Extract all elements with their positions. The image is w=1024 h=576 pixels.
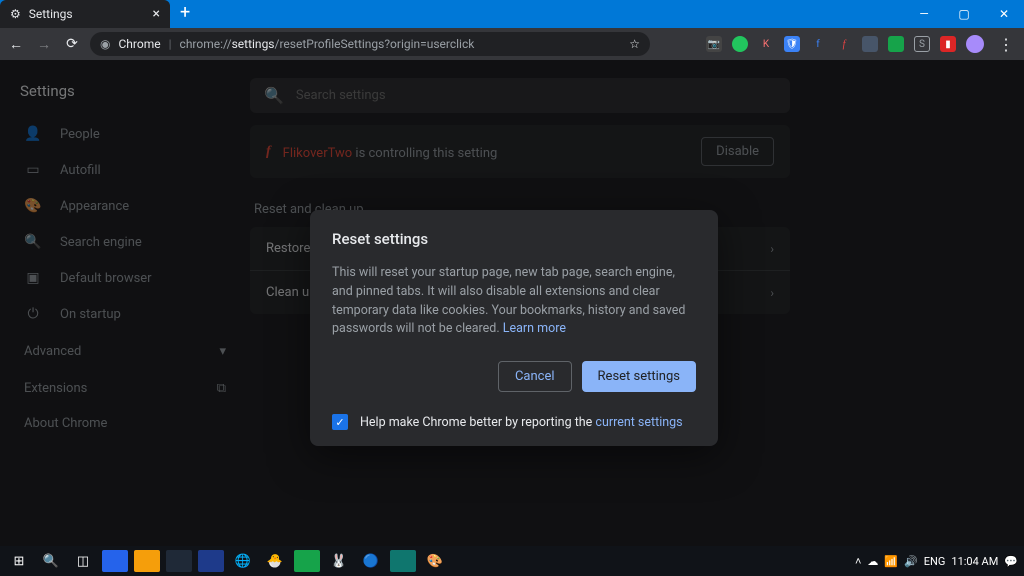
maximize-button[interactable]: ▢ — [944, 0, 984, 28]
start-button[interactable]: ⊞ — [6, 550, 32, 572]
report-settings-checkbox[interactable]: ✓ — [332, 414, 348, 430]
current-settings-link[interactable]: current settings — [595, 415, 682, 430]
window-titlebar: ⚙ Settings × + — ▢ ✕ — [0, 0, 1024, 28]
separator: | — [169, 37, 172, 51]
taskbar-app-icon[interactable] — [198, 550, 224, 572]
taskbar-app-icon[interactable] — [166, 550, 192, 572]
extension-icons: 📷 K 🛡 f f S ▮ ⋮ — [706, 35, 1018, 54]
tray-cloud-icon[interactable]: ☁ — [867, 555, 878, 568]
taskbar-app-icon[interactable] — [294, 550, 320, 572]
taskbar-app-icon[interactable]: 🎨 — [422, 550, 448, 572]
extension-icon[interactable] — [862, 36, 878, 52]
taskbar-chrome-icon[interactable]: 🌐 — [230, 550, 256, 572]
browser-tab-settings[interactable]: ⚙ Settings × — [0, 0, 170, 28]
dialog-title: Reset settings — [332, 230, 696, 248]
close-tab-icon[interactable]: × — [153, 6, 160, 22]
tray-expand-icon[interactable]: ˄ — [855, 555, 861, 568]
tray-wifi-icon[interactable]: 📶 — [884, 555, 898, 568]
report-settings-label: Help make Chrome better by reporting the… — [360, 415, 683, 430]
task-view-button[interactable]: ◫ — [70, 550, 96, 572]
tray-clock[interactable]: 11:04 AM — [951, 555, 998, 568]
reload-button[interactable]: ⟳ — [62, 36, 82, 52]
taskbar-app-icon[interactable]: 🐰 — [326, 550, 352, 572]
tray-language[interactable]: ENG — [924, 555, 946, 568]
window-controls: — ▢ ✕ — [904, 0, 1024, 28]
search-button[interactable]: 🔍 — [38, 550, 64, 572]
reset-settings-button[interactable]: Reset settings — [582, 361, 696, 392]
extension-icon[interactable]: 📷 — [706, 36, 722, 52]
taskbar-app-icon[interactable] — [134, 550, 160, 572]
url-scheme-chip: Chrome — [118, 37, 160, 51]
extension-icon[interactable]: K — [758, 36, 774, 52]
extension-icon[interactable]: 🛡 — [784, 36, 800, 52]
reset-settings-dialog: Reset settings This will reset your star… — [310, 210, 718, 446]
back-button[interactable]: ← — [6, 36, 26, 53]
system-tray: ˄ ☁ 📶 🔊 ENG 11:04 AM 💬 — [855, 555, 1018, 568]
forward-button[interactable]: → — [34, 36, 54, 53]
browser-menu-button[interactable]: ⋮ — [994, 35, 1018, 54]
profile-avatar[interactable] — [966, 35, 984, 53]
tray-notifications-icon[interactable]: 💬 — [1004, 555, 1018, 568]
cancel-button[interactable]: Cancel — [498, 361, 572, 392]
gear-icon: ⚙ — [10, 7, 21, 21]
extension-icon[interactable]: f — [810, 36, 826, 52]
url-toolbar: ← → ⟳ ◉ Chrome | chrome://settings/reset… — [0, 28, 1024, 60]
extension-icon[interactable]: ▮ — [940, 36, 956, 52]
taskbar-app-icon[interactable] — [102, 550, 128, 572]
address-bar[interactable]: ◉ Chrome | chrome://settings/resetProfil… — [90, 32, 650, 56]
url-text: chrome://settings/resetProfileSettings?o… — [180, 37, 475, 51]
extension-icon[interactable]: f — [836, 36, 852, 52]
taskbar-app-icon[interactable]: 🐣 — [262, 550, 288, 572]
page-content: Settings 👤People▭Autofill🎨Appearance🔍Sea… — [0, 60, 1024, 546]
learn-more-link[interactable]: Learn more — [503, 321, 566, 336]
new-tab-button[interactable]: + — [170, 0, 200, 28]
tray-volume-icon[interactable]: 🔊 — [904, 555, 918, 568]
dialog-body: This will reset your startup page, new t… — [332, 264, 696, 339]
windows-taskbar: ⊞ 🔍 ◫ 🌐 🐣 🐰 🔵 🎨 ˄ ☁ 📶 🔊 ENG 11:04 AM 💬 — [0, 546, 1024, 576]
taskbar-edge-icon[interactable]: 🔵 — [358, 550, 384, 572]
site-info-icon[interactable]: ◉ — [100, 37, 110, 51]
tab-title: Settings — [29, 7, 73, 21]
taskbar-app-icon[interactable] — [390, 550, 416, 572]
extension-icon[interactable] — [732, 36, 748, 52]
extension-icon[interactable]: S — [914, 36, 930, 52]
minimize-button[interactable]: — — [904, 0, 944, 28]
bookmark-star-icon[interactable]: ☆ — [629, 37, 640, 51]
extension-icon[interactable] — [888, 36, 904, 52]
close-window-button[interactable]: ✕ — [984, 0, 1024, 28]
